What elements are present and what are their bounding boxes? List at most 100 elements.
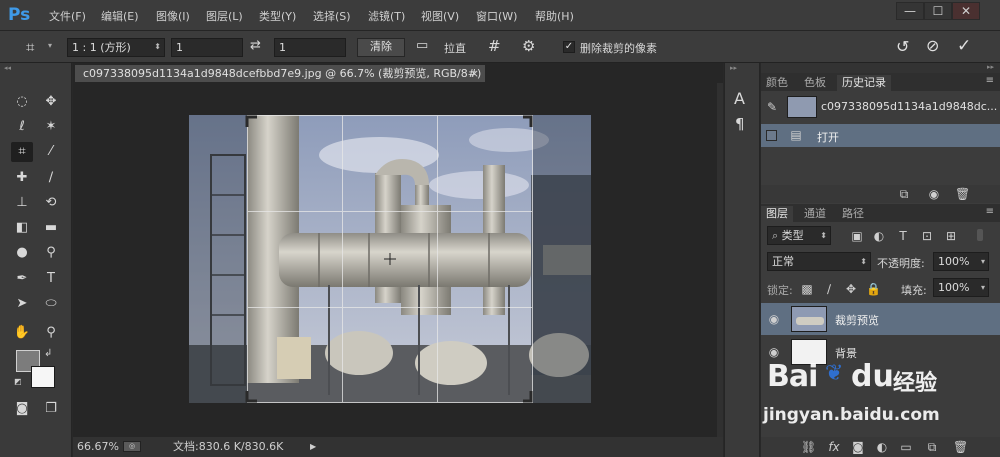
tab-swatches[interactable]: 色板 (799, 75, 831, 91)
document-tab[interactable]: c097338095d1134a1d9848dcefbbd7e9.jpg @ 6… (75, 65, 485, 82)
vertical-scrollbar[interactable] (717, 83, 723, 437)
layers-menu-icon[interactable]: ≡ (986, 206, 994, 217)
filter-smart-object-icon[interactable]: ⊞ (945, 229, 957, 243)
history-source-checkbox[interactable] (766, 130, 777, 141)
cancel-crop-icon[interactable]: ⊘ (926, 36, 939, 55)
move-tool-icon[interactable]: ✥ (40, 92, 62, 112)
delete-layer-icon[interactable]: 🗑 (953, 440, 968, 454)
layer-row-crop-preview[interactable]: ◉ 裁剪预览 (761, 303, 1000, 335)
maximize-button[interactable]: ☐ (924, 2, 952, 20)
history-state-row[interactable]: ▤ 打开 (761, 124, 1000, 147)
close-document-icon[interactable]: × (470, 65, 479, 82)
trash-icon[interactable]: 🗑 (955, 187, 970, 201)
background-color-swatch[interactable] (31, 366, 55, 388)
new-group-icon[interactable]: ▭ (899, 440, 913, 454)
collapse-panel-icon[interactable]: ◂◂ (4, 64, 11, 72)
tab-channels[interactable]: 通道 (799, 206, 831, 222)
marquee-tool-icon[interactable]: ◌ (11, 92, 33, 112)
layer-style-icon[interactable]: fx (827, 440, 841, 454)
brush-tool-icon[interactable]: ∕ (40, 168, 62, 188)
zoom-level[interactable]: 66.67% (77, 437, 119, 457)
panel-menu-icon[interactable]: ≡ (986, 75, 994, 86)
menu-edit[interactable]: 编辑(E) (101, 8, 139, 24)
ellipse-tool-icon[interactable]: ⬭ (40, 294, 62, 314)
magic-wand-tool-icon[interactable]: ✶ (40, 117, 62, 137)
menu-window[interactable]: 窗口(W) (476, 8, 517, 24)
new-document-from-state-icon[interactable]: ⧉ (897, 187, 911, 201)
add-mask-icon[interactable]: ◙ (851, 440, 865, 454)
menu-image[interactable]: 图像(I) (156, 8, 190, 24)
swap-dimensions-icon[interactable]: ⇄ (250, 38, 261, 53)
lock-position-icon[interactable]: ✥ (845, 282, 857, 296)
screen-mode-icon[interactable]: ❐ (40, 399, 62, 419)
tab-color[interactable]: 颜色 (761, 75, 793, 91)
lock-all-icon[interactable]: 🔒 (866, 282, 881, 296)
menu-layer[interactable]: 图层(L) (206, 8, 243, 24)
collapse-dock-icon[interactable]: ▸▸ (987, 63, 994, 71)
opacity-input[interactable]: 100% ▾ (933, 252, 989, 271)
new-layer-icon[interactable]: ⧉ (925, 440, 939, 454)
menu-select[interactable]: 选择(S) (313, 8, 351, 24)
history-brush-tool-icon[interactable]: ⟲ (40, 193, 62, 213)
crop-tool-icon[interactable]: ⌗ (26, 38, 34, 56)
lasso-tool-icon[interactable]: ℓ (11, 117, 33, 137)
crop-tool-button-icon[interactable]: ⌗ (11, 142, 33, 162)
path-selection-tool-icon[interactable]: ➤ (11, 294, 33, 314)
hand-tool-icon[interactable]: ✋ (11, 323, 33, 343)
ratio-preset-select[interactable]: 1 : 1 (方形) ⬍ (67, 38, 165, 57)
filter-shape-icon[interactable]: ⊡ (921, 229, 933, 243)
tab-paths[interactable]: 路径 (837, 206, 869, 222)
filter-toggle[interactable] (977, 229, 983, 241)
crop-width-input[interactable]: 1 (171, 38, 243, 57)
filter-type-icon[interactable]: T (897, 229, 909, 243)
status-menu-arrow-icon[interactable]: ▶ (310, 437, 316, 457)
history-snapshot-row[interactable]: ✎ c097338095d1134a1d9848dc... (761, 93, 1000, 121)
pen-tool-icon[interactable]: ✒ (11, 269, 33, 289)
eraser-tool-icon[interactable]: ◧ (11, 218, 33, 238)
tab-history[interactable]: 历史记录 (837, 75, 891, 91)
lock-image-icon[interactable]: ∕ (823, 282, 835, 296)
status-info-icon[interactable]: ◎ (123, 441, 141, 452)
menu-view[interactable]: 视图(V) (421, 8, 459, 24)
crop-height-input[interactable]: 1 (274, 38, 346, 57)
menu-file[interactable]: 文件(F) (49, 8, 86, 24)
straighten-label[interactable]: 拉直 (444, 40, 466, 56)
overlay-grid-icon[interactable]: # (488, 37, 501, 55)
commit-crop-icon[interactable]: ✓ (957, 36, 971, 56)
dodge-tool-icon[interactable]: ⚲ (40, 243, 62, 263)
type-tool-icon[interactable]: T (40, 269, 62, 289)
tab-layers[interactable]: 图层 (761, 206, 793, 222)
clear-button[interactable]: 清除 (357, 38, 405, 57)
image-canvas[interactable] (189, 115, 591, 403)
default-colors-icon[interactable]: ◩ (14, 377, 22, 386)
zoom-tool-icon[interactable]: ⚲ (40, 323, 62, 343)
tool-preset-chevron-icon[interactable]: ▾ (48, 41, 52, 50)
expand-panel-icon[interactable]: ▸▸ (730, 64, 737, 72)
menu-help[interactable]: 帮助(H) (535, 8, 574, 24)
straighten-icon[interactable]: ▭ (416, 38, 428, 53)
link-layers-icon[interactable]: ⛓ (801, 440, 816, 454)
fill-input[interactable]: 100% ▾ (933, 278, 989, 297)
visibility-eye-icon[interactable]: ◉ (767, 312, 781, 326)
lock-transparent-icon[interactable]: ▩ (801, 282, 813, 296)
filter-pixel-icon[interactable]: ▣ (851, 229, 863, 243)
healing-brush-tool-icon[interactable]: ✚ (11, 168, 33, 188)
paragraph-panel-icon[interactable]: ¶ (735, 115, 745, 133)
camera-icon[interactable]: ◉ (927, 187, 941, 201)
gear-icon[interactable]: ⚙ (522, 37, 535, 55)
quick-mask-icon[interactable]: ◙ (11, 399, 33, 419)
minimize-button[interactable]: — (896, 2, 924, 20)
swap-colors-icon[interactable]: ↲ (44, 348, 52, 359)
reset-icon[interactable]: ↺ (896, 37, 909, 56)
menu-filter[interactable]: 滤镜(T) (368, 8, 405, 24)
clone-stamp-tool-icon[interactable]: ⊥ (11, 193, 33, 213)
delete-cropped-checkbox[interactable]: ✓ (563, 41, 575, 53)
filter-adjustment-icon[interactable]: ◐ (873, 229, 885, 243)
close-window-button[interactable]: ✕ (952, 2, 980, 20)
blur-tool-icon[interactable]: ● (11, 243, 33, 263)
menu-type[interactable]: 类型(Y) (259, 8, 296, 24)
character-panel-icon[interactable]: A (734, 89, 745, 108)
adjustment-layer-icon[interactable]: ◐ (875, 440, 889, 454)
layer-filter-select[interactable]: ⌕ 类型 ⬍ (767, 226, 831, 245)
blend-mode-select[interactable]: 正常 ⬍ (767, 252, 871, 271)
